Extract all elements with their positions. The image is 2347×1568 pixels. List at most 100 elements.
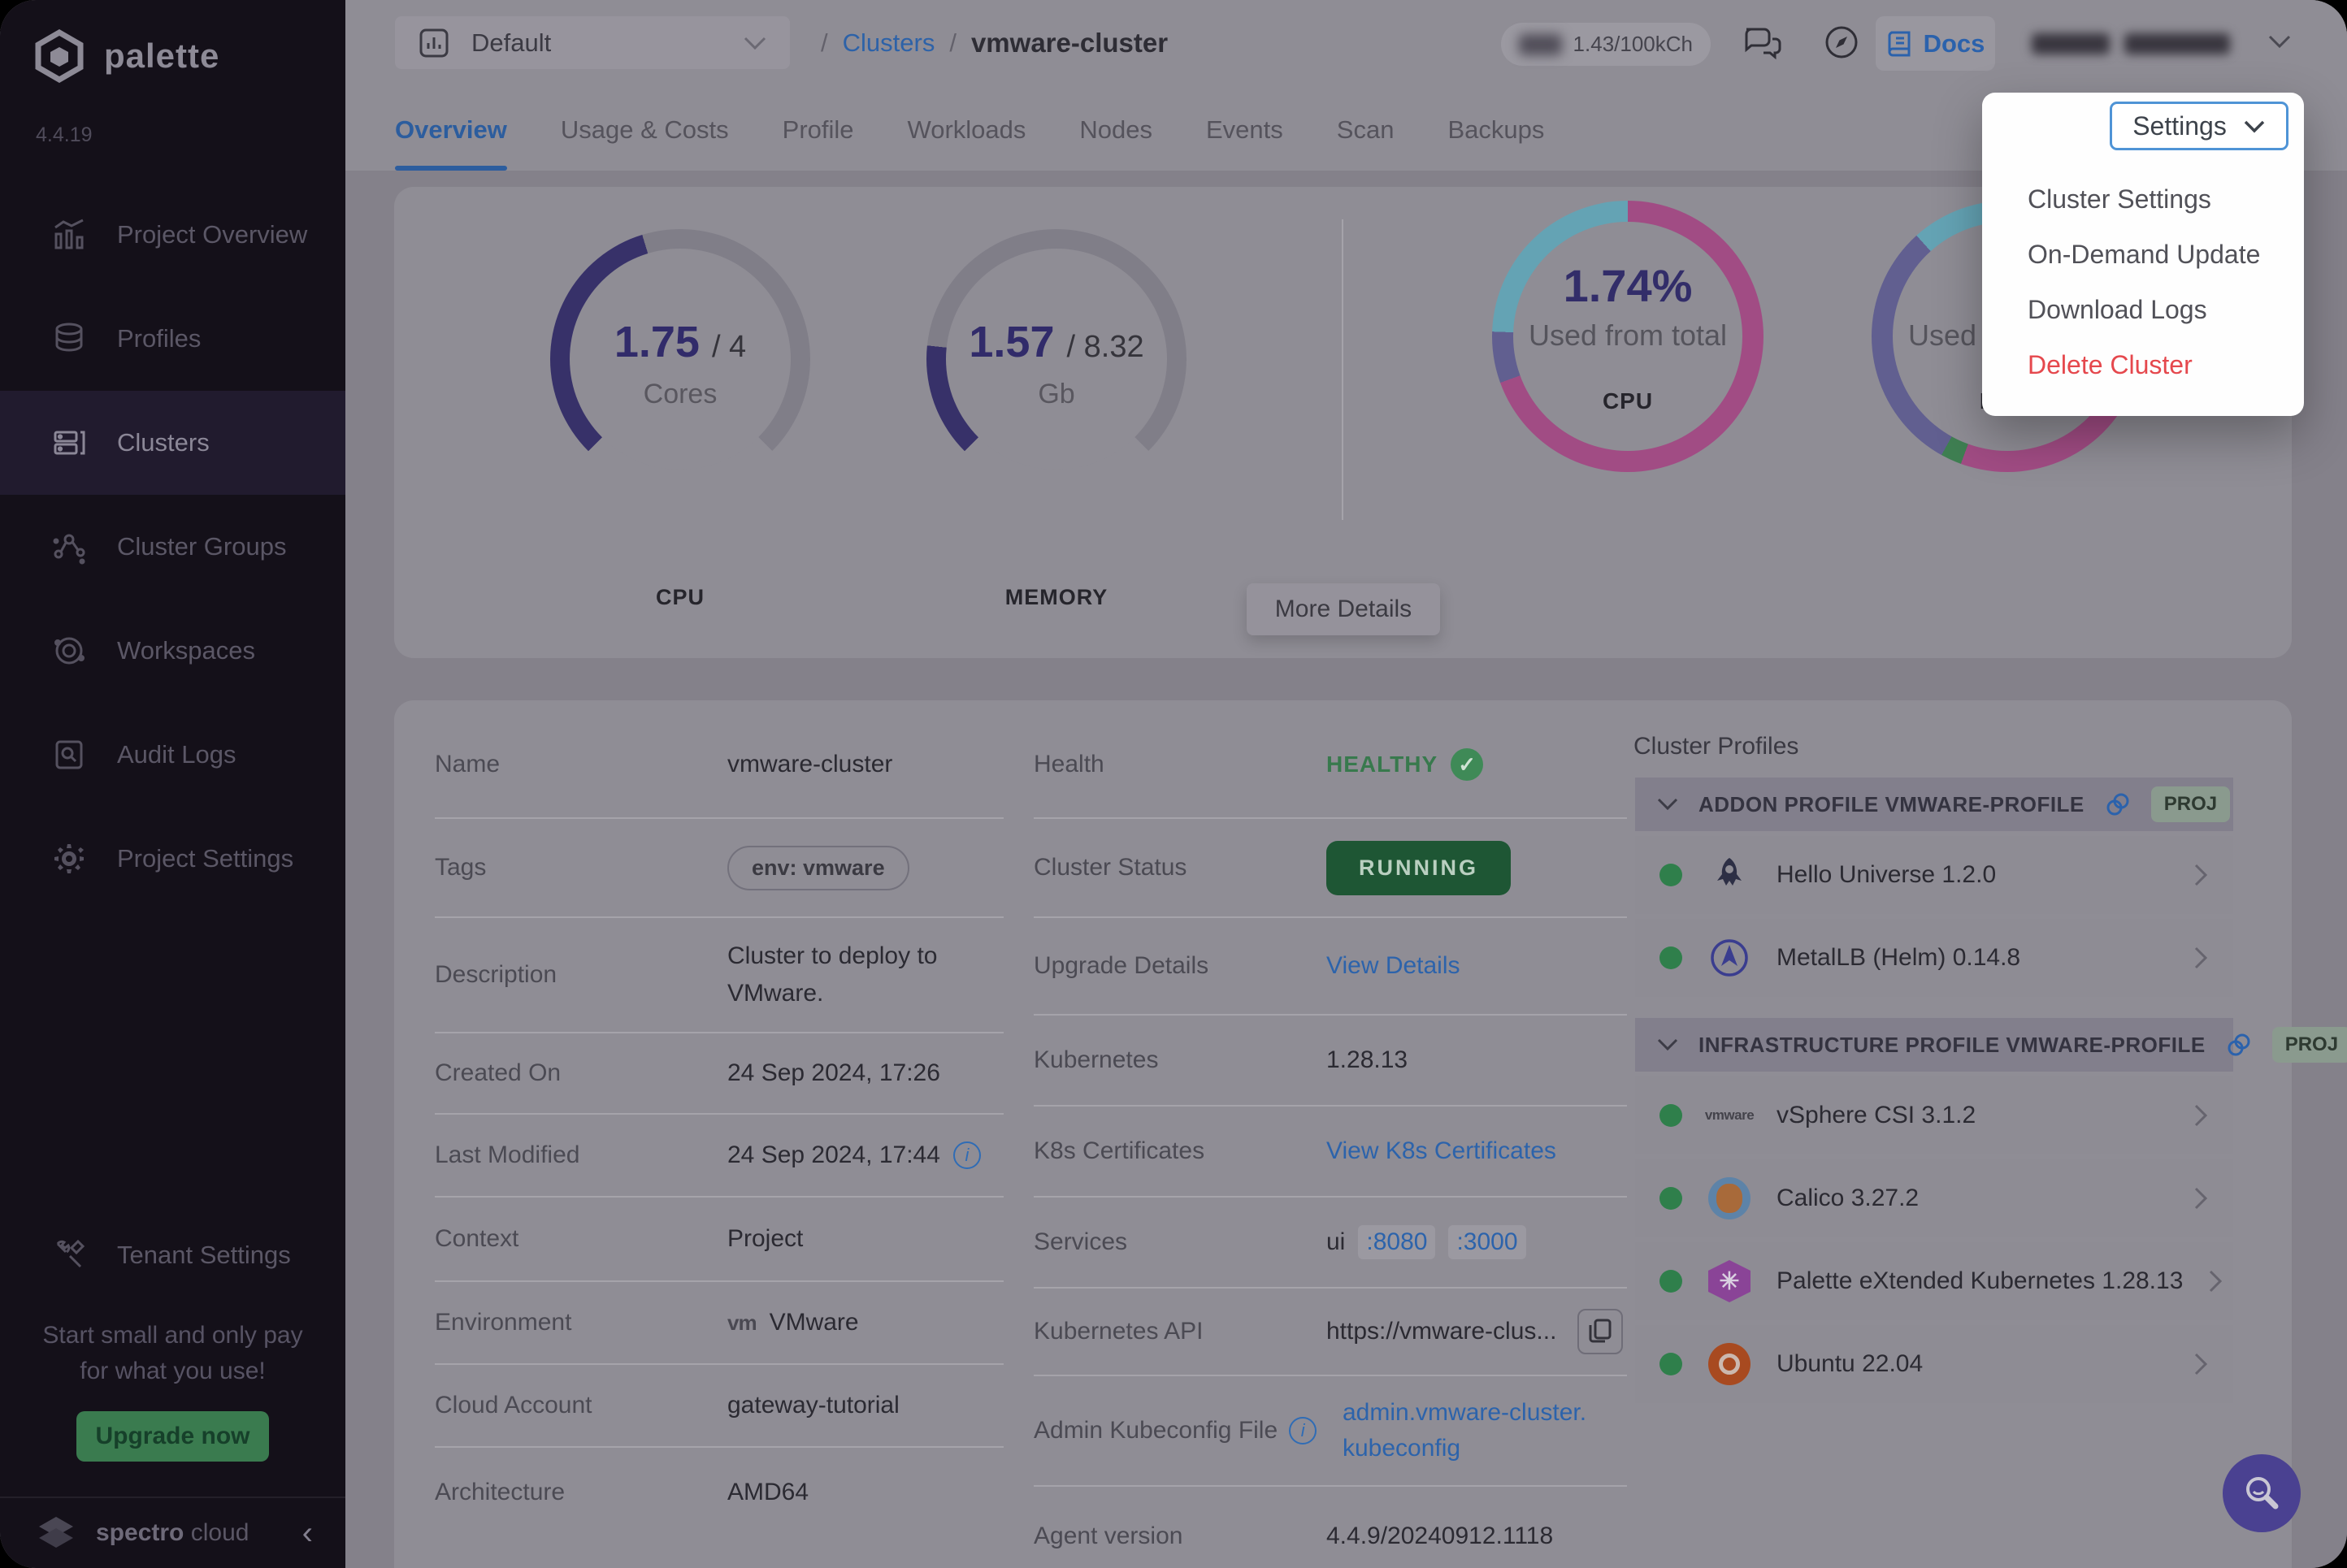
cluster-name-value: vmware-cluster bbox=[727, 751, 892, 778]
docs-button[interactable]: Docs bbox=[1876, 16, 1995, 71]
memory-gauge: 1.57 / 8.32 Gb bbox=[926, 229, 1187, 489]
sidebar-item-audit-logs[interactable]: Audit Logs bbox=[0, 703, 345, 807]
calico-icon bbox=[1707, 1176, 1752, 1221]
pxk-icon: ✳ bbox=[1707, 1258, 1752, 1304]
spectro-cloud-logo-icon bbox=[33, 1512, 80, 1554]
chevron-down-icon bbox=[1656, 797, 1679, 812]
tag-chip[interactable]: env: vmware bbox=[727, 846, 909, 890]
copy-button[interactable] bbox=[1577, 1309, 1623, 1354]
status-dot bbox=[1659, 1104, 1682, 1127]
view-k8s-certificates-link[interactable]: View K8s Certificates bbox=[1326, 1137, 1556, 1165]
settings-button[interactable]: Settings bbox=[2110, 102, 2288, 150]
memory-unit: Gb bbox=[1038, 379, 1074, 410]
detail-row-kubernetes-api: Kubernetes API https://vmware-clus... bbox=[1034, 1289, 1627, 1376]
profile-item-vsphere-csi[interactable]: vmware vSphere CSI 3.1.2 bbox=[1635, 1076, 2233, 1154]
tab-scan[interactable]: Scan bbox=[1337, 89, 1395, 171]
profile-item-metallb[interactable]: MetalLB (Helm) 0.14.8 bbox=[1635, 919, 2233, 997]
description-value: Cluster to deploy to VMware. bbox=[727, 938, 1004, 1012]
link-icon[interactable] bbox=[2225, 1031, 2253, 1059]
service-port-link[interactable]: :8080 bbox=[1358, 1225, 1435, 1259]
status-dot bbox=[1659, 1187, 1682, 1210]
detail-row-context: Context Project bbox=[435, 1198, 1004, 1282]
search-fab-button[interactable] bbox=[2223, 1454, 2301, 1532]
metrics-divider bbox=[1342, 219, 1343, 520]
addon-profile-header[interactable]: ADDON PROFILE VMWARE-PROFILE PROJ bbox=[1635, 778, 2233, 831]
detail-row-cloud-account: Cloud Account gateway-tutorial bbox=[435, 1365, 1004, 1448]
profile-item-name: Calico 3.27.2 bbox=[1777, 1185, 1919, 1212]
ubuntu-icon bbox=[1707, 1341, 1752, 1387]
tab-usage-costs[interactable]: Usage & Costs bbox=[561, 89, 729, 171]
breadcrumb-clusters-link[interactable]: Clusters bbox=[843, 28, 935, 58]
breadcrumb-current: vmware-cluster bbox=[971, 28, 1168, 58]
sidebar-item-tenant-settings[interactable]: Tenant Settings bbox=[0, 1205, 345, 1306]
vmware-logo-icon: vmware bbox=[1707, 1093, 1752, 1138]
vmware-icon: vm bbox=[727, 1310, 757, 1336]
profile-item-name: Ubuntu 22.04 bbox=[1777, 1350, 1923, 1378]
tab-nodes[interactable]: Nodes bbox=[1079, 89, 1152, 171]
tab-overview[interactable]: Overview bbox=[395, 89, 507, 171]
menu-item-download-logs[interactable]: Download Logs bbox=[1982, 282, 2304, 337]
tab-events[interactable]: Events bbox=[1206, 89, 1283, 171]
credits-badge: 1.43/100kCh bbox=[1501, 23, 1711, 66]
detail-row-health: Health HEALTHY✓ bbox=[1034, 712, 1627, 819]
profile-item-palette-extended-kubernetes[interactable]: ✳ Palette eXtended Kubernetes 1.28.13 bbox=[1635, 1242, 2233, 1320]
compass-icon[interactable] bbox=[1820, 21, 1863, 63]
user-menu[interactable] bbox=[2032, 29, 2251, 58]
chevron-right-icon bbox=[2193, 945, 2209, 971]
info-icon[interactable]: i bbox=[953, 1141, 981, 1169]
profile-item-ubuntu[interactable]: Ubuntu 22.04 bbox=[1635, 1325, 2233, 1403]
sidebar-item-cluster-groups[interactable]: Cluster Groups bbox=[0, 495, 345, 599]
link-icon[interactable] bbox=[2104, 790, 2132, 818]
kubernetes-api-value: https://vmware-clus... bbox=[1326, 1318, 1556, 1345]
profile-item-hello-universe[interactable]: Hello Universe 1.2.0 bbox=[1635, 836, 2233, 914]
app-window: palette 4.4.19 Project Overview Profiles… bbox=[0, 0, 2347, 1568]
infrastructure-profile-header[interactable]: INFRASTRUCTURE PROFILE VMWARE-PROFILE PR… bbox=[1635, 1018, 2233, 1072]
chevron-right-icon bbox=[2193, 1102, 2209, 1128]
redacted-user-name bbox=[2032, 33, 2110, 54]
cluster-profiles-title: Cluster Profiles bbox=[1633, 733, 1798, 760]
admin-kubeconfig-link[interactable]: admin.vmware-cluster.kubeconfig bbox=[1343, 1395, 1594, 1466]
search-icon bbox=[2241, 1472, 2283, 1514]
environment-value: VMware bbox=[770, 1309, 859, 1336]
cpu-usage-caption: Used from total bbox=[1529, 318, 1727, 353]
chevron-right-icon bbox=[2193, 862, 2209, 888]
metallb-icon bbox=[1707, 935, 1752, 981]
menu-item-delete-cluster[interactable]: Delete Cluster bbox=[1982, 337, 2304, 392]
info-icon[interactable]: i bbox=[1289, 1417, 1317, 1445]
agent-version-value: 4.4.9/20240912.1118 bbox=[1326, 1523, 1553, 1550]
more-details-button[interactable]: More Details bbox=[1247, 583, 1440, 635]
user-menu-chevron-icon[interactable] bbox=[2267, 34, 2292, 49]
service-name: ui bbox=[1326, 1228, 1345, 1256]
clusters-icon bbox=[50, 424, 88, 461]
architecture-value: AMD64 bbox=[727, 1479, 809, 1506]
view-details-link[interactable]: View Details bbox=[1326, 952, 1460, 980]
sidebar-item-label: Clusters bbox=[117, 428, 210, 457]
service-port-link[interactable]: :3000 bbox=[1448, 1225, 1525, 1259]
sidebar-item-clusters[interactable]: Clusters bbox=[0, 391, 345, 495]
cpu-usage-label: CPU bbox=[1603, 388, 1653, 414]
sidebar-collapse-icon[interactable]: ‹ bbox=[302, 1517, 313, 1549]
status-dot bbox=[1659, 946, 1682, 969]
tab-workloads[interactable]: Workloads bbox=[908, 89, 1026, 171]
healthy-check-icon: ✓ bbox=[1451, 748, 1483, 781]
menu-item-cluster-settings[interactable]: Cluster Settings bbox=[1982, 171, 2304, 227]
upgrade-now-button[interactable]: Upgrade now bbox=[76, 1411, 269, 1462]
project-selector[interactable]: Default bbox=[395, 16, 790, 69]
redacted-user-name bbox=[2124, 33, 2230, 54]
sidebar-item-workspaces[interactable]: Workspaces bbox=[0, 599, 345, 703]
sidebar-item-profiles[interactable]: Profiles bbox=[0, 287, 345, 391]
sidebar-item-project-overview[interactable]: Project Overview bbox=[0, 183, 345, 287]
detail-row-architecture: Architecture AMD64 bbox=[435, 1448, 1004, 1537]
tab-backups[interactable]: Backups bbox=[1447, 89, 1544, 171]
breadcrumb: / Clusters / vmware-cluster bbox=[821, 16, 1168, 69]
chat-icon[interactable] bbox=[1742, 21, 1784, 63]
menu-item-on-demand-update[interactable]: On-Demand Update bbox=[1982, 227, 2304, 282]
app-version: 4.4.19 bbox=[36, 123, 93, 147]
sidebar-item-project-settings[interactable]: Project Settings bbox=[0, 807, 345, 911]
chevron-down-icon bbox=[743, 36, 767, 50]
sidebar: palette 4.4.19 Project Overview Profiles… bbox=[0, 0, 345, 1568]
tab-profile[interactable]: Profile bbox=[783, 89, 854, 171]
detail-row-upgrade-details: Upgrade Details View Details bbox=[1034, 918, 1627, 1016]
detail-row-agent-version: Agent version 4.4.9/20240912.1118 bbox=[1034, 1487, 1627, 1568]
profile-item-calico[interactable]: Calico 3.27.2 bbox=[1635, 1159, 2233, 1237]
